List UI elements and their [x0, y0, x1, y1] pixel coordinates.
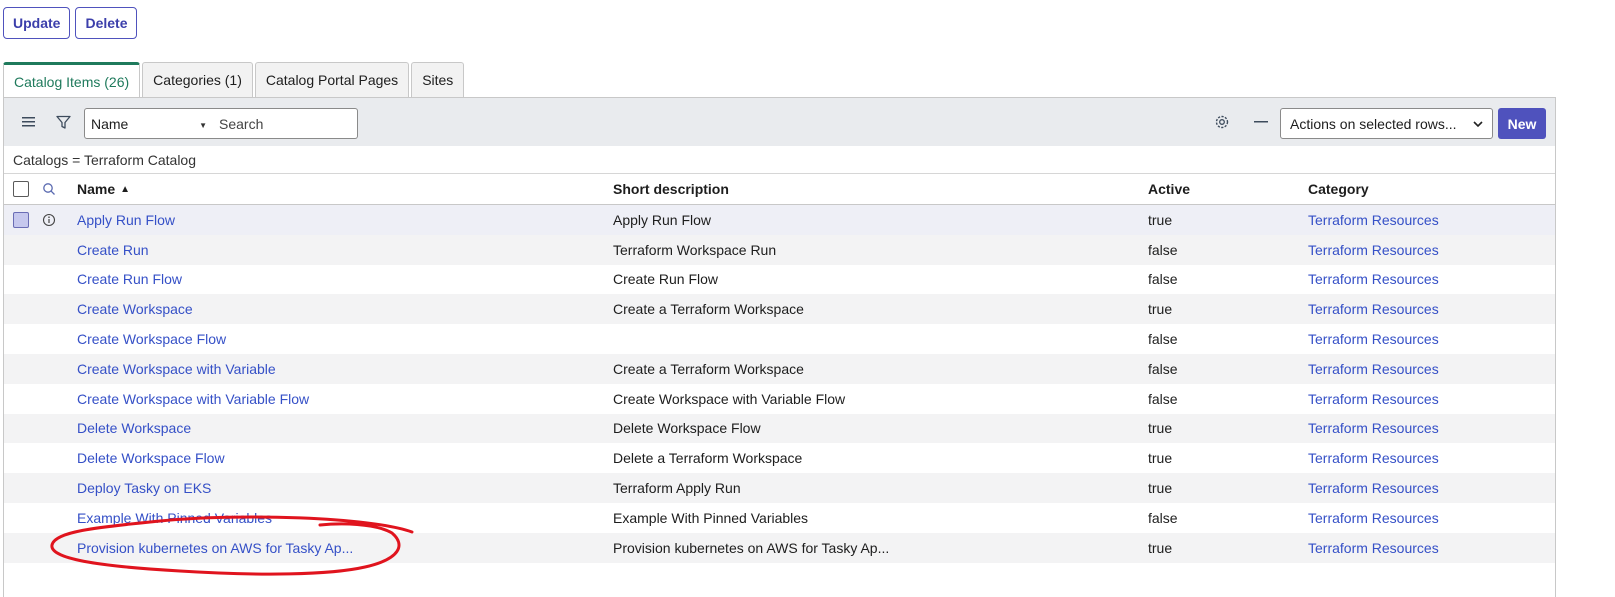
- table-row: Create Workspace with Variable Flow Crea…: [4, 384, 1555, 414]
- row-description: Delete a Terraform Workspace: [613, 450, 803, 467]
- delete-button[interactable]: Delete: [75, 7, 138, 39]
- table-row: Deploy Tasky on EKS Terraform Apply Run …: [4, 473, 1555, 503]
- row-category-link[interactable]: Terraform Resources: [1308, 503, 1439, 533]
- tab-sites[interactable]: Sites: [411, 62, 465, 97]
- row-active: false: [1148, 241, 1178, 258]
- row-description: Create a Terraform Workspace: [613, 360, 804, 377]
- row-name-link[interactable]: Create Run Flow: [77, 265, 182, 295]
- gear-icon[interactable]: [1213, 113, 1231, 131]
- column-header-category[interactable]: Category: [1308, 174, 1369, 204]
- row-category-link[interactable]: Terraform Resources: [1308, 205, 1439, 235]
- row-active: true: [1148, 539, 1173, 556]
- column-header-name[interactable]: Name ▲: [77, 174, 130, 204]
- row-description: Create Run Flow: [613, 271, 719, 288]
- row-name-link[interactable]: Create Workspace with Variable: [77, 354, 276, 384]
- row-description: Terraform Apply Run: [613, 480, 741, 497]
- related-list-tabs: Catalog Items (26) Categories (1) Catalo…: [3, 62, 466, 98]
- table-row: Create Run Flow Create Run Flow false Te…: [4, 265, 1555, 295]
- filter-condition[interactable]: Catalogs = Terraform Catalog: [13, 152, 196, 168]
- row-name-link[interactable]: Create Workspace: [77, 294, 193, 324]
- search-input[interactable]: [213, 108, 358, 139]
- search-field-select[interactable]: Name ▼: [84, 108, 214, 139]
- table-row: Apply Run Flow Apply Run Flow true Terra…: [4, 205, 1555, 235]
- row-description: Apply Run Flow: [613, 211, 712, 228]
- row-active: true: [1148, 301, 1173, 318]
- table-row: Delete Workspace Flow Delete a Terraform…: [4, 443, 1555, 473]
- record-actions: Update Delete: [3, 7, 138, 39]
- row-active: false: [1148, 390, 1178, 407]
- column-header-short-description[interactable]: Short description: [613, 174, 729, 204]
- row-description: Create a Terraform Workspace: [613, 301, 804, 318]
- row-description: Create Workspace with Variable Flow: [613, 390, 846, 407]
- row-category-link[interactable]: Terraform Resources: [1308, 354, 1439, 384]
- row-description: Example With Pinned Variables: [613, 509, 809, 526]
- row-name-link[interactable]: Deploy Tasky on EKS: [77, 473, 211, 503]
- row-category-link[interactable]: Terraform Resources: [1308, 265, 1439, 295]
- table-row: Create Workspace with Variable Create a …: [4, 353, 1555, 384]
- row-active: false: [1148, 509, 1178, 526]
- table-row: Create Run Terraform Workspace Run false…: [4, 234, 1555, 265]
- row-select-cell: [13, 205, 29, 235]
- chevron-down-icon: [1472, 117, 1484, 133]
- minus-icon[interactable]: [1252, 113, 1270, 131]
- row-category-link[interactable]: Terraform Resources: [1308, 384, 1439, 414]
- row-category-link[interactable]: Terraform Resources: [1308, 473, 1439, 503]
- list-toolbar: Name ▼ Actions on selected rows... New: [4, 98, 1555, 146]
- table-row: Example With Pinned Variables Example Wi…: [4, 503, 1555, 533]
- row-category-link[interactable]: Terraform Resources: [1308, 235, 1439, 265]
- row-description: Provision kubernetes on AWS for Tasky Ap…: [613, 539, 890, 556]
- search-icon: [43, 183, 55, 195]
- row-category-link[interactable]: Terraform Resources: [1308, 324, 1439, 354]
- row-name-link[interactable]: Provision kubernetes on AWS for Tasky Ap…: [77, 533, 353, 563]
- search-field-value: Name: [91, 115, 129, 132]
- row-active: false: [1148, 360, 1178, 377]
- catalog-items-list: Name ▼ Actions on selected rows... New C…: [3, 97, 1556, 597]
- table-header: Name ▲ Short description Active Category: [4, 174, 1555, 205]
- actions-on-selected-rows-select[interactable]: Actions on selected rows...: [1280, 108, 1493, 139]
- new-button[interactable]: New: [1498, 108, 1546, 139]
- filter-breadcrumb[interactable]: Catalogs = Terraform Catalog: [4, 146, 1555, 174]
- table-body: Apply Run Flow Apply Run Flow true Terra…: [4, 205, 1555, 563]
- table-row: Delete Workspace Delete Workspace Flow t…: [4, 413, 1555, 444]
- column-name-label: Name: [77, 181, 116, 197]
- tab-catalog-portal-pages[interactable]: Catalog Portal Pages: [254, 62, 410, 97]
- row-description: Delete Workspace Flow: [613, 420, 761, 437]
- select-all-cell: [13, 174, 29, 204]
- row-description: Terraform Workspace Run: [613, 241, 777, 258]
- row-name-link[interactable]: Delete Workspace: [77, 414, 191, 444]
- row-checkbox[interactable]: [13, 211, 29, 228]
- sort-ascending-icon: ▲: [120, 183, 131, 195]
- table-row: Provision kubernetes on AWS for Tasky Ap…: [4, 532, 1555, 563]
- row-name-link[interactable]: Example With Pinned Variables: [77, 503, 272, 533]
- row-name-link[interactable]: Create Run: [77, 235, 149, 265]
- row-active: true: [1148, 450, 1173, 467]
- row-active: false: [1148, 331, 1178, 348]
- caret-down-icon: ▼: [199, 121, 207, 130]
- info-icon: [42, 213, 56, 226]
- row-name-link[interactable]: Delete Workspace Flow: [77, 443, 225, 473]
- row-category-link[interactable]: Terraform Resources: [1308, 294, 1439, 324]
- row-active: true: [1148, 420, 1173, 437]
- row-category-link[interactable]: Terraform Resources: [1308, 533, 1439, 563]
- row-name-link[interactable]: Apply Run Flow: [77, 205, 175, 235]
- select-all-checkbox[interactable]: [13, 181, 29, 197]
- row-category-link[interactable]: Terraform Resources: [1308, 414, 1439, 444]
- table-row: Create Workspace Create a Terraform Work…: [4, 294, 1555, 325]
- row-active: true: [1148, 480, 1173, 497]
- row-active: true: [1148, 211, 1173, 228]
- actions-select-value: Actions on selected rows...: [1290, 115, 1457, 132]
- table-row: Create Workspace Flow false Terraform Re…: [4, 324, 1555, 354]
- row-category-link[interactable]: Terraform Resources: [1308, 443, 1439, 473]
- update-button[interactable]: Update: [3, 7, 71, 39]
- row-info-button[interactable]: [42, 205, 56, 235]
- column-header-active[interactable]: Active: [1148, 174, 1190, 204]
- row-name-link[interactable]: Create Workspace Flow: [77, 324, 226, 354]
- tab-catalog-items[interactable]: Catalog Items (26): [3, 62, 141, 98]
- row-active: false: [1148, 271, 1178, 288]
- hamburger-icon[interactable]: [20, 113, 38, 131]
- row-name-link[interactable]: Create Workspace with Variable Flow: [77, 384, 309, 414]
- tab-categories[interactable]: Categories (1): [142, 62, 253, 97]
- funnel-icon[interactable]: [54, 113, 72, 131]
- column-search-toggle[interactable]: [42, 174, 56, 204]
